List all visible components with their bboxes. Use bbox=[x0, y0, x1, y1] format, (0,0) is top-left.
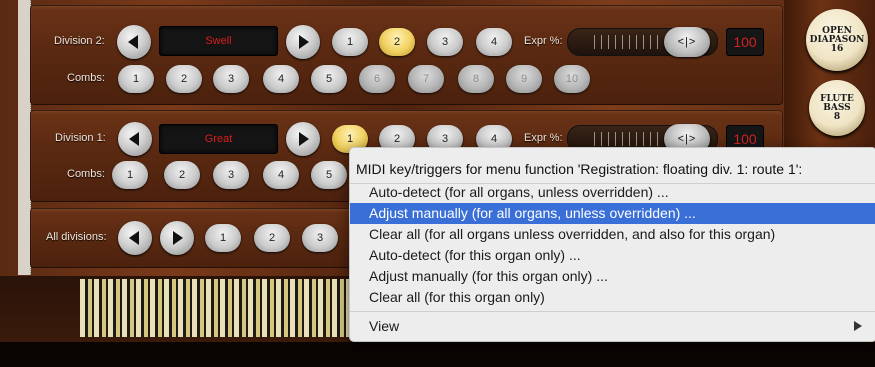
arrow-right-icon bbox=[299, 132, 309, 146]
division1-label: Division 1: bbox=[55, 132, 106, 144]
combs2-button-4[interactable]: 4 bbox=[263, 65, 299, 93]
division2-expr-slider[interactable]: <|> bbox=[567, 27, 718, 57]
division2-expr-knob[interactable]: <|> bbox=[664, 27, 710, 57]
division2-next-button[interactable] bbox=[286, 25, 320, 59]
division2-expr-label: Expr %: bbox=[524, 35, 563, 47]
combs2-button-8[interactable]: 8 bbox=[458, 65, 494, 93]
menu-item-view[interactable]: View bbox=[350, 316, 875, 337]
division1-prev-button[interactable] bbox=[118, 122, 152, 156]
menu-item-label: View bbox=[369, 318, 400, 334]
arrow-right-icon bbox=[173, 231, 183, 245]
division2-expr-value: 100 bbox=[726, 28, 764, 56]
stop-text-line: 16 bbox=[830, 43, 844, 54]
combs1-button-1[interactable]: 1 bbox=[112, 161, 148, 189]
combs2-button-7[interactable]: 7 bbox=[408, 65, 444, 93]
stop-text-line: 8 bbox=[833, 111, 841, 122]
console-base bbox=[0, 342, 875, 367]
menu-item-label: Auto-detect (for all organs, unless over… bbox=[369, 184, 669, 200]
all-divisions-button-3[interactable]: 3 bbox=[302, 224, 338, 252]
stop-flute-bass-label: FLUTE BASS 8 bbox=[820, 94, 854, 122]
slider-ticks bbox=[594, 35, 659, 49]
combs2-button-1[interactable]: 1 bbox=[118, 65, 154, 93]
menu-item-label: Clear all (for this organ only) bbox=[369, 289, 545, 305]
menu-title: MIDI key/triggers for menu function 'Reg… bbox=[356, 161, 803, 177]
keyboard-keys bbox=[80, 279, 350, 337]
submenu-arrow-icon bbox=[854, 321, 862, 331]
arrow-left-icon bbox=[129, 132, 139, 146]
combs2-button-10[interactable]: 10 bbox=[554, 65, 590, 93]
division2-button-2[interactable]: 2 bbox=[379, 28, 415, 56]
menu-item-adjust-manually-all[interactable]: Adjust manually (for all organs, unless … bbox=[350, 203, 875, 224]
all-divisions-prev-button[interactable] bbox=[118, 221, 152, 255]
menu-item-clear-all-this[interactable]: Clear all (for this organ only) bbox=[350, 287, 875, 308]
division2-button-1[interactable]: 1 bbox=[332, 28, 368, 56]
menu-item-clear-all-all[interactable]: Clear all (for all organs unless overrid… bbox=[350, 224, 875, 245]
division2-display: Swell bbox=[159, 26, 278, 56]
arrow-left-icon bbox=[129, 231, 139, 245]
combs1-button-3[interactable]: 3 bbox=[213, 161, 249, 189]
division2-button-4[interactable]: 4 bbox=[476, 28, 512, 56]
combs1-label: Combs: bbox=[67, 168, 105, 180]
stop-flute-bass[interactable]: FLUTE BASS 8 bbox=[809, 80, 865, 136]
menu-item-label: Adjust manually (for this organ only) ..… bbox=[369, 268, 608, 284]
all-divisions-next-button[interactable] bbox=[160, 221, 194, 255]
division2-prev-button[interactable] bbox=[117, 25, 151, 59]
arrow-right-icon bbox=[299, 35, 309, 49]
combs2-button-9[interactable]: 9 bbox=[506, 65, 542, 93]
menu-item-label: Clear all (for all organs unless overrid… bbox=[369, 226, 776, 242]
stop-open-diapason[interactable]: OPEN DIAPASON 16 bbox=[806, 9, 868, 71]
combs1-button-2[interactable]: 2 bbox=[164, 161, 200, 189]
menu-item-label: Auto-detect (for this organ only) ... bbox=[369, 247, 581, 263]
arrow-left-icon bbox=[128, 35, 138, 49]
stop-open-diapason-label: OPEN DIAPASON 16 bbox=[810, 26, 865, 54]
combs2-button-3[interactable]: 3 bbox=[213, 65, 249, 93]
menu-item-auto-detect-all[interactable]: Auto-detect (for all organs, unless over… bbox=[350, 182, 875, 203]
all-divisions-button-2[interactable]: 2 bbox=[254, 224, 290, 252]
combs1-button-4[interactable]: 4 bbox=[263, 161, 299, 189]
midi-context-menu: MIDI key/triggers for menu function 'Reg… bbox=[349, 147, 875, 342]
menu-separator bbox=[350, 311, 875, 312]
division2-button-3[interactable]: 3 bbox=[427, 28, 463, 56]
menu-item-adjust-manually-this[interactable]: Adjust manually (for this organ only) ..… bbox=[350, 266, 875, 287]
all-divisions-label: All divisions: bbox=[46, 231, 107, 243]
division2-label: Division 2: bbox=[54, 35, 105, 47]
combs2-button-5[interactable]: 5 bbox=[311, 65, 347, 93]
division1-expr-label: Expr %: bbox=[524, 132, 563, 144]
combs2-button-6[interactable]: 6 bbox=[359, 65, 395, 93]
menu-item-auto-detect-this[interactable]: Auto-detect (for this organ only) ... bbox=[350, 245, 875, 266]
slider-ticks bbox=[594, 132, 659, 146]
division1-display: Great bbox=[159, 124, 278, 154]
combs2-label: Combs: bbox=[67, 72, 105, 84]
all-divisions-button-1[interactable]: 1 bbox=[205, 224, 241, 252]
menu-item-label: Adjust manually (for all organs, unless … bbox=[369, 205, 696, 221]
combs1-button-5[interactable]: 5 bbox=[311, 161, 347, 189]
combs2-button-2[interactable]: 2 bbox=[166, 65, 202, 93]
division1-next-button[interactable] bbox=[286, 122, 320, 156]
